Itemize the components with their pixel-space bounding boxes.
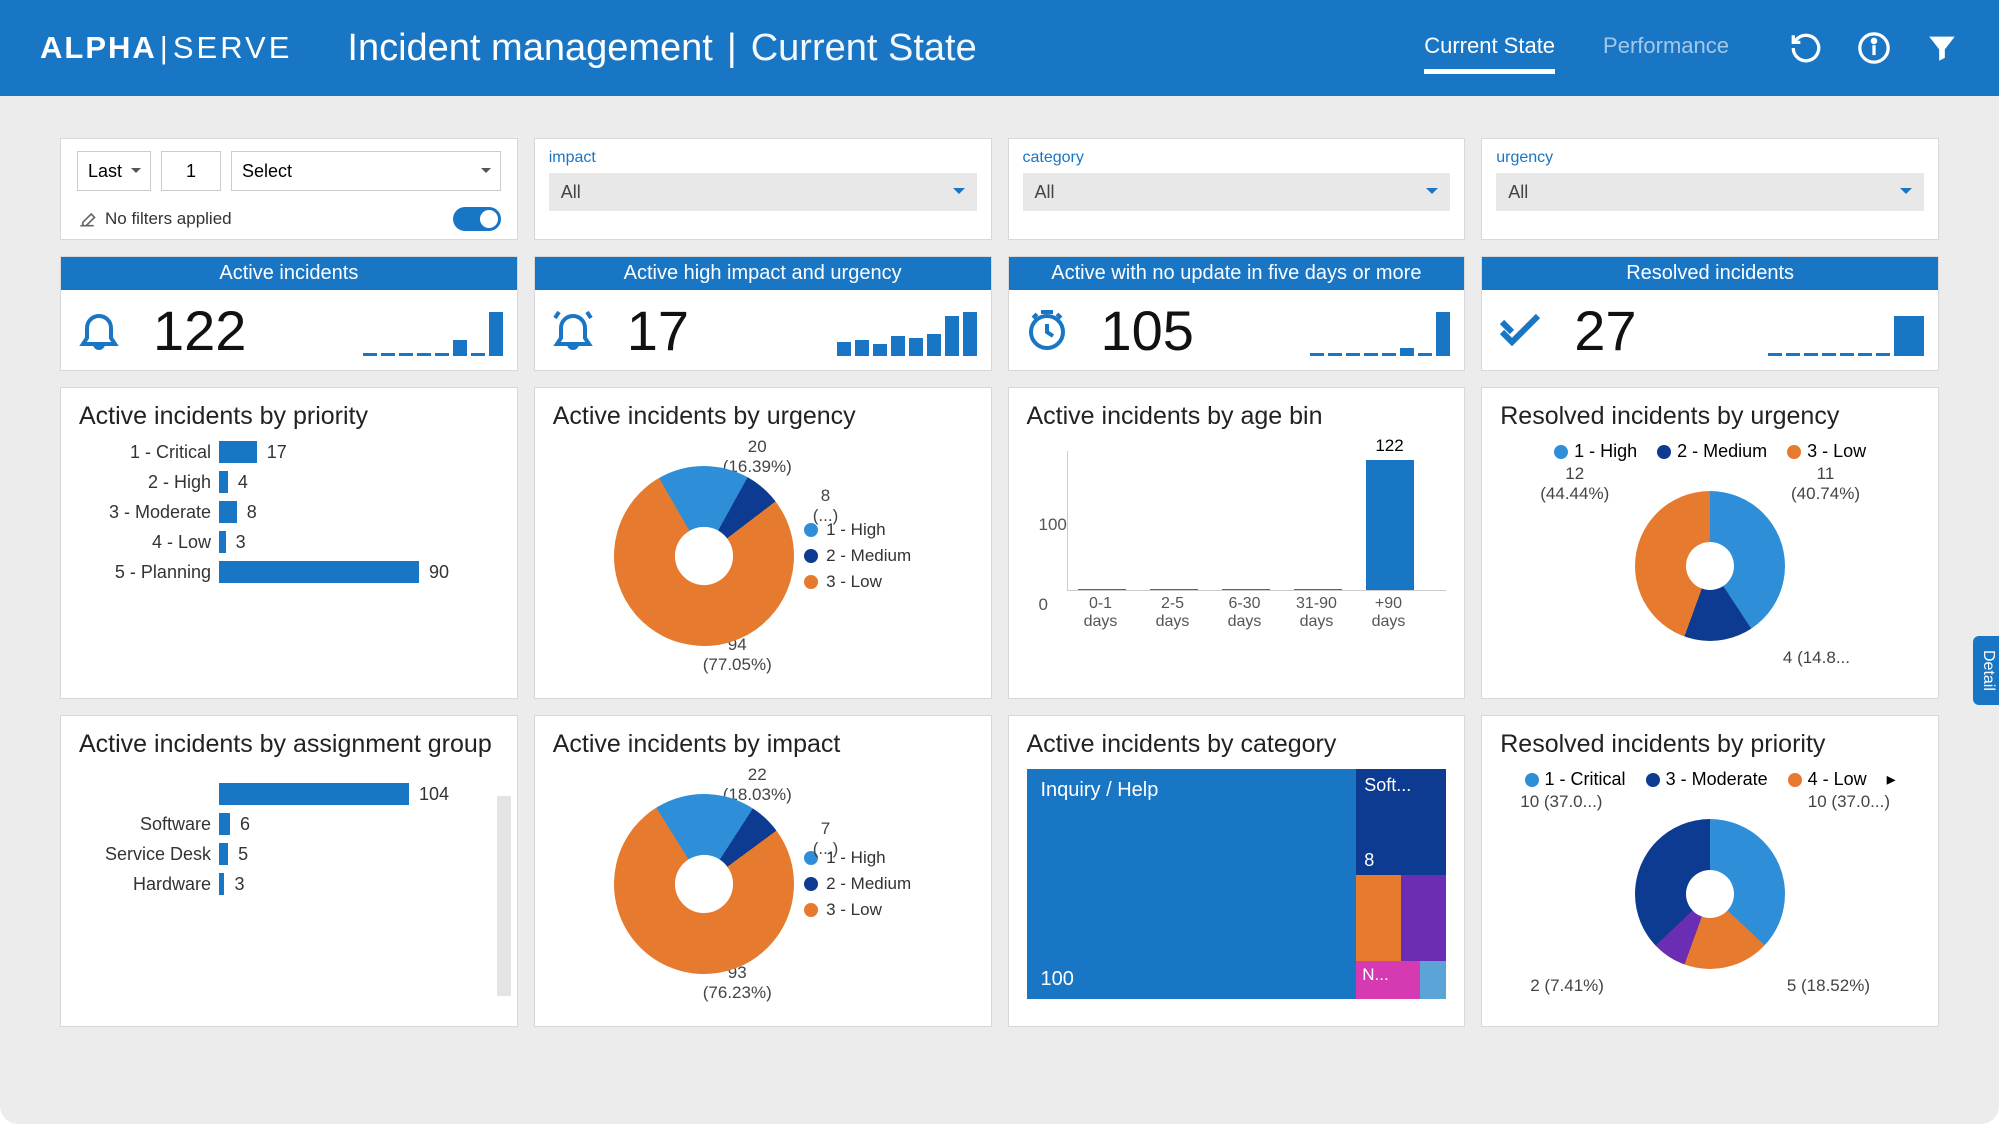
impact-select[interactable]: All bbox=[549, 173, 977, 211]
bar-row[interactable]: Service Desk 5 bbox=[79, 843, 499, 865]
bar-row[interactable]: 1 - Critical 17 bbox=[79, 441, 499, 463]
filter-icon[interactable] bbox=[1925, 31, 1959, 65]
chart-assign[interactable]: Active incidents by assignment group 104… bbox=[60, 715, 518, 1027]
time-n-input[interactable]: 1 bbox=[161, 151, 221, 191]
refresh-icon[interactable] bbox=[1789, 31, 1823, 65]
scrollbar[interactable] bbox=[497, 796, 511, 996]
time-filter-panel: Last 1 Select No filters applied bbox=[60, 138, 518, 240]
time-unit-select[interactable]: Select bbox=[231, 151, 501, 191]
page-title: Incident management | Current State bbox=[347, 27, 976, 70]
brand-left: ALPHA bbox=[40, 30, 157, 65]
bar-row[interactable]: 5 - Planning 90 bbox=[79, 561, 499, 583]
spark-noupd bbox=[1310, 304, 1450, 356]
check-icon bbox=[1496, 306, 1544, 354]
time-last-select[interactable]: Last bbox=[77, 151, 151, 191]
bar-row[interactable]: Hardware 3 bbox=[79, 873, 499, 895]
kpi-highimp[interactable]: Active high impact and urgency 17 bbox=[534, 256, 992, 371]
header-actions bbox=[1789, 31, 1959, 65]
tab-current-state[interactable]: Current State bbox=[1424, 23, 1555, 74]
chart-priority[interactable]: Active incidents by priority 1 - Critica… bbox=[60, 387, 518, 699]
alert-bell-icon bbox=[549, 306, 597, 354]
bar-row[interactable]: 104 bbox=[79, 783, 499, 805]
app-header: ALPHA|SERVE Incident management | Curren… bbox=[0, 0, 1999, 96]
chart-resurg[interactable]: Resolved incidents by urgency 1 - High 2… bbox=[1481, 387, 1939, 699]
chart-agebin[interactable]: Active incidents by age bin 1000 122 0-1… bbox=[1008, 387, 1466, 699]
spark-active bbox=[363, 304, 503, 356]
urgency-slicer: urgency All bbox=[1481, 138, 1939, 240]
chart-urgency[interactable]: Active incidents by urgency 20(16.39%) 8… bbox=[534, 387, 992, 699]
clock-icon bbox=[1023, 306, 1071, 354]
nav-tabs: Current State Performance bbox=[1424, 23, 1729, 74]
info-icon[interactable] bbox=[1857, 31, 1891, 65]
brand-logo: ALPHA|SERVE bbox=[40, 30, 292, 66]
impact-slicer: impact All bbox=[534, 138, 992, 240]
spark-resolved bbox=[1768, 304, 1924, 356]
brand-right: SERVE bbox=[173, 30, 293, 65]
bar-row[interactable]: 3 - Moderate 8 bbox=[79, 501, 499, 523]
filter-toggle[interactable] bbox=[453, 207, 501, 231]
bar-row[interactable]: 2 - High 4 bbox=[79, 471, 499, 493]
bell-icon bbox=[75, 306, 123, 354]
kpi-resolved[interactable]: Resolved incidents 27 bbox=[1481, 256, 1939, 371]
bar-row[interactable]: Software 6 bbox=[79, 813, 499, 835]
bar-row[interactable]: 4 - Low 3 bbox=[79, 531, 499, 553]
no-filters-label: No filters applied bbox=[105, 209, 232, 229]
erase-icon bbox=[77, 209, 97, 229]
kpi-noupd[interactable]: Active with no update in five days or mo… bbox=[1008, 256, 1466, 371]
tab-performance[interactable]: Performance bbox=[1603, 23, 1729, 74]
kpi-active[interactable]: Active incidents 122 bbox=[60, 256, 518, 371]
chart-impact[interactable]: Active incidents by impact 22(18.03%) 7(… bbox=[534, 715, 992, 1027]
category-select[interactable]: All bbox=[1023, 173, 1451, 211]
legend-more-icon[interactable]: ▸ bbox=[1887, 769, 1896, 790]
detail-tab[interactable]: Detail bbox=[1973, 636, 1999, 705]
chart-category[interactable]: Active incidents by category Inquiry / H… bbox=[1008, 715, 1466, 1027]
chart-resprio[interactable]: Resolved incidents by priority 1 - Criti… bbox=[1481, 715, 1939, 1027]
urgency-select[interactable]: All bbox=[1496, 173, 1924, 211]
spark-highimp bbox=[837, 304, 977, 356]
category-slicer: category All bbox=[1008, 138, 1466, 240]
